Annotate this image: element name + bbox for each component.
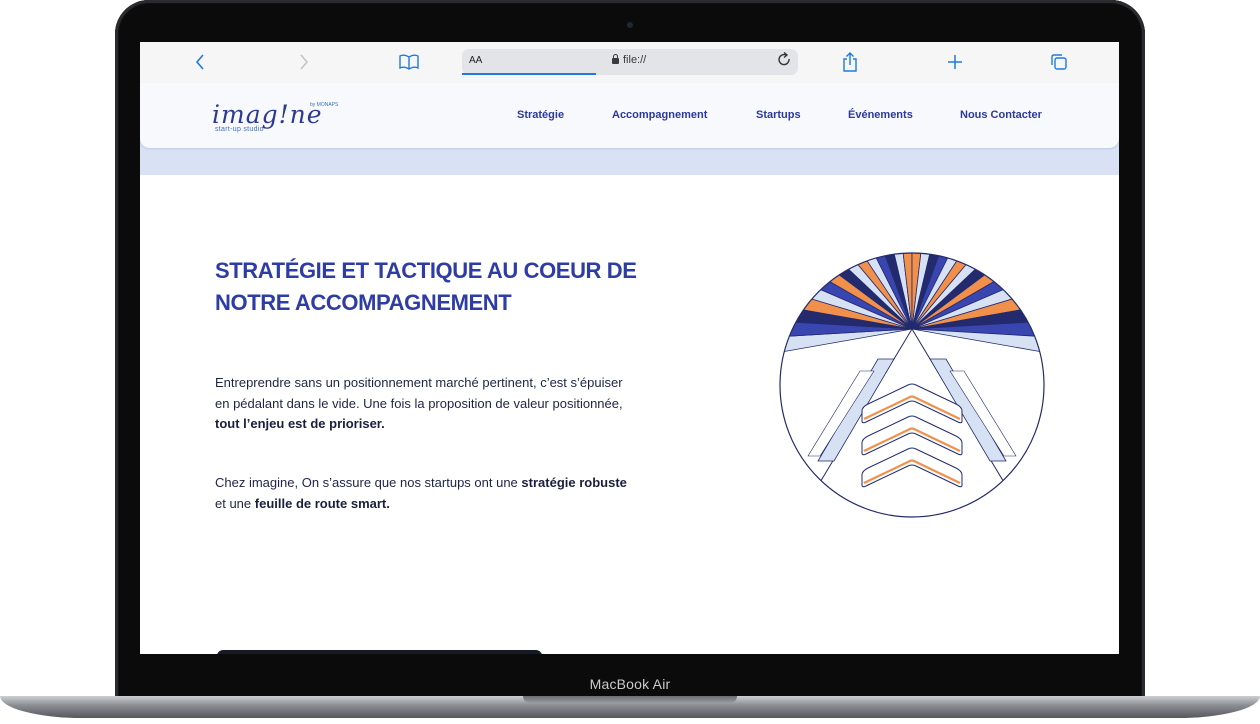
commitment-emphasis-2: feuille de route smart. [254, 495, 390, 511]
nav-link-evenements[interactable]: Événements [848, 109, 913, 121]
intro-line-1: Entreprendre sans un positionnement marc… [215, 375, 623, 390]
nav-link-startups[interactable]: Startups [756, 109, 801, 121]
intro-line-2: en pédalant dans le vide. Une fois la pr… [215, 395, 623, 411]
address-bar[interactable]: AA file:// [462, 49, 798, 75]
nav-link-strategie[interactable]: Stratégie [517, 109, 564, 121]
chevron-left-icon[interactable] [187, 50, 213, 74]
chevron-right-icon[interactable] [291, 50, 317, 74]
commitment-emphasis-1: stratégie robuste [521, 475, 627, 490]
url-text: file:// [623, 54, 647, 66]
intro-paragraph: Entreprendre sans un positionnement marc… [215, 373, 705, 435]
book-icon[interactable] [396, 50, 422, 74]
lock-icon [612, 54, 619, 64]
text-size-button[interactable]: AA [469, 55, 482, 66]
strategy-emblem-illustration [779, 252, 1045, 518]
laptop-base [0, 696, 1260, 724]
tabs-icon[interactable] [1046, 50, 1072, 74]
logo-wordmark: imag!ne [212, 100, 323, 129]
commitment-mid: et une [215, 495, 255, 511]
camera [627, 22, 633, 28]
logo-byline: by MONAPS [310, 102, 339, 108]
logo-tagline: start-up studio [215, 126, 264, 133]
section-heading: STRATÉGIE ET TACTIQUE AU COEUR DE NOTRE … [215, 255, 695, 319]
site-logo[interactable]: imag!ne by MONAPS start-up studio [212, 100, 352, 134]
reload-icon[interactable] [778, 51, 792, 72]
device-label: MacBook Air [589, 676, 671, 692]
screen: AA file:// imag!ne by MONAPS start-up st… [140, 42, 1119, 654]
next-section-preview [217, 650, 542, 654]
commitment-paragraph: Chez imagine, On s’assure que nos startu… [215, 473, 705, 514]
commitment-lead: Chez imagine, On s’assure que nos startu… [215, 475, 522, 490]
plus-icon[interactable] [942, 50, 968, 74]
base-notch [523, 696, 737, 703]
heading-line-1: STRATÉGIE ET TACTIQUE AU COEUR DE [215, 258, 637, 283]
browser-toolbar: AA file:// [140, 42, 1119, 84]
heading-line-2: NOTRE ACCOMPAGNEMENT [215, 290, 512, 315]
nav-link-accompagnement[interactable]: Accompagnement [612, 109, 707, 121]
nav-link-contact[interactable]: Nous Contacter [960, 109, 1042, 121]
load-progress-bar [462, 73, 596, 75]
intro-emphasis: tout l’enjeu est de prioriser. [215, 416, 385, 431]
share-icon[interactable] [837, 50, 863, 74]
url-display[interactable]: file:// [612, 54, 646, 66]
